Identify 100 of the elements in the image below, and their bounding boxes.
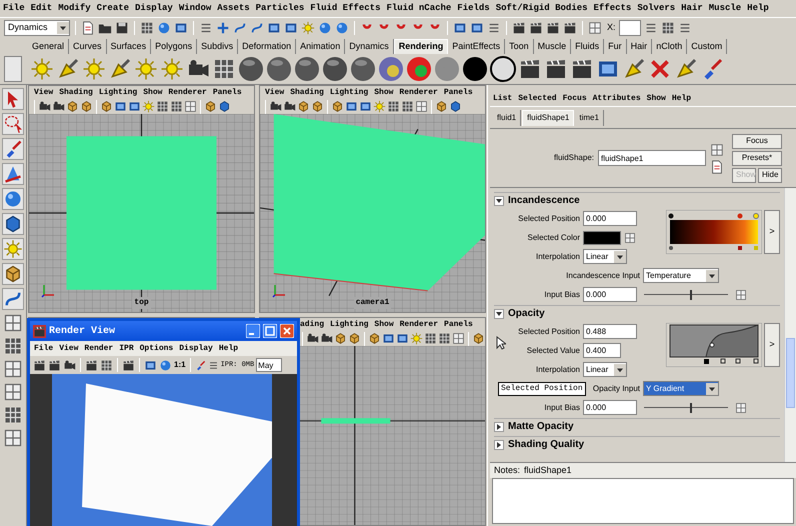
minimize-icon[interactable] (246, 324, 260, 338)
lines-icon[interactable] (678, 21, 692, 35)
maximize-icon[interactable] (263, 324, 277, 338)
color-ramp-drawing[interactable] (666, 210, 762, 254)
sphere-icon[interactable] (490, 56, 516, 82)
shelf-tab[interactable]: Custom (687, 39, 728, 54)
lasso-icon[interactable] (2, 113, 24, 135)
cube-icon[interactable] (80, 100, 93, 113)
camera-icon[interactable] (63, 358, 76, 372)
number-field[interactable]: 0.400 (583, 343, 621, 358)
menu-item[interactable]: IPR (119, 342, 134, 354)
clapper-icon[interactable] (570, 57, 594, 81)
menu-set-dropdown[interactable]: Dynamics (4, 20, 70, 36)
section-title[interactable]: Shading Quality (508, 437, 584, 452)
cube-icon[interactable] (100, 100, 113, 113)
shelf-tab[interactable]: PaintEffects (448, 39, 506, 54)
menu-item[interactable]: Fluid Effects (310, 2, 380, 16)
ratio-label[interactable]: 1:1 (174, 359, 186, 371)
menu-item[interactable]: File (3, 2, 25, 16)
color-swatch[interactable] (583, 230, 621, 244)
shelf-tab[interactable]: General (28, 39, 70, 54)
clapper-icon[interactable] (48, 358, 61, 372)
menu-item[interactable]: Panels (444, 86, 473, 98)
window-icon[interactable] (174, 21, 188, 35)
shelf-menu-button[interactable] (4, 56, 22, 82)
layout-icon[interactable] (624, 232, 636, 244)
menu-item[interactable]: Options (140, 342, 174, 354)
menu-item[interactable]: Display (179, 342, 213, 354)
shelf-tab[interactable]: Fluids (571, 39, 604, 54)
section-title[interactable]: Opacity (508, 306, 545, 321)
sun-icon[interactable] (410, 332, 423, 345)
menu-item[interactable]: Help (218, 342, 238, 354)
notes-field[interactable] (492, 478, 794, 524)
layout-icon[interactable] (452, 332, 465, 345)
camera-field[interactable]: May (256, 358, 282, 372)
clapper-icon[interactable] (122, 358, 135, 372)
lines-icon[interactable] (208, 360, 219, 370)
section-title[interactable]: Incandescence (508, 193, 580, 208)
cone-icon[interactable] (2, 163, 24, 185)
node-tab[interactable]: fluidShape1 (522, 110, 574, 126)
shelf-tab[interactable]: nCloth (652, 39, 688, 54)
layout-icon[interactable] (710, 142, 724, 156)
cube-icon[interactable] (368, 332, 381, 345)
window-icon[interactable] (359, 100, 372, 113)
curve-icon[interactable] (233, 21, 247, 35)
cube-icon[interactable] (348, 332, 361, 345)
sun-icon[interactable] (134, 57, 158, 81)
grid-icon[interactable] (3, 405, 23, 425)
shelf-tab[interactable]: Deformation (238, 39, 296, 54)
menu-item[interactable]: Shading (290, 86, 324, 98)
grid-icon[interactable] (156, 100, 169, 113)
window-icon[interactable] (396, 332, 409, 345)
cube-icon[interactable] (311, 100, 324, 113)
expanded-arrow-icon[interactable] (494, 196, 504, 206)
menu-item[interactable]: Soft/Rigid Bodies (496, 2, 588, 16)
paint-brush-icon[interactable] (2, 138, 24, 160)
cube-icon[interactable] (435, 100, 448, 113)
clapper-icon[interactable] (518, 57, 542, 81)
menu-item[interactable]: View (34, 86, 54, 98)
menu-item[interactable]: Show (374, 318, 394, 330)
sun-icon[interactable] (82, 57, 106, 81)
slider-track[interactable] (644, 290, 728, 300)
menu-item[interactable]: Solvers (637, 2, 676, 16)
node-tab[interactable]: fluid1 (493, 110, 522, 126)
menu-item[interactable]: Show (646, 92, 666, 104)
ramp-expand-button[interactable]: > (764, 210, 780, 254)
grid-icon[interactable] (424, 332, 437, 345)
scroll-bar[interactable] (784, 188, 796, 462)
clapper-icon[interactable] (544, 57, 568, 81)
shelf-tab[interactable]: Muscle (534, 39, 572, 54)
layout-icon[interactable] (735, 402, 747, 414)
window-icon[interactable] (144, 358, 157, 372)
menu-item[interactable]: Assets (217, 2, 250, 16)
menu-item[interactable]: Selected (518, 92, 557, 104)
menu-item[interactable]: Help (747, 2, 769, 16)
menu-item[interactable]: Panels (212, 86, 242, 98)
menu-item[interactable]: View (265, 86, 284, 98)
window-icon[interactable] (453, 21, 467, 35)
menu-item[interactable]: Window (178, 2, 212, 16)
menu-item[interactable]: Effects (594, 2, 632, 16)
x-input-field[interactable] (618, 20, 641, 36)
window-icon[interactable] (267, 21, 281, 35)
lines-icon[interactable] (199, 21, 213, 35)
layout-icon[interactable] (184, 100, 197, 113)
layout-icon[interactable] (3, 313, 23, 333)
camera-icon[interactable] (269, 100, 282, 113)
paint-brush-icon[interactable] (194, 360, 206, 370)
shelf-tab[interactable]: Fur (604, 39, 627, 54)
expanded-arrow-icon[interactable] (494, 308, 504, 318)
menu-item[interactable]: Panels (444, 318, 473, 330)
menu-item[interactable]: Attributes (592, 92, 641, 104)
shelf-tab[interactable]: Subdivs (197, 39, 238, 54)
sun-icon[interactable] (30, 57, 54, 81)
section-title[interactable]: Matte Opacity (508, 419, 574, 434)
menu-item[interactable]: Muscle (708, 2, 742, 16)
slider-track[interactable] (644, 402, 728, 412)
window-icon[interactable] (284, 21, 298, 35)
number-field[interactable]: 0.488 (583, 324, 637, 339)
shelf-tab[interactable]: Surfaces (106, 39, 152, 54)
grid-icon[interactable] (140, 21, 154, 35)
